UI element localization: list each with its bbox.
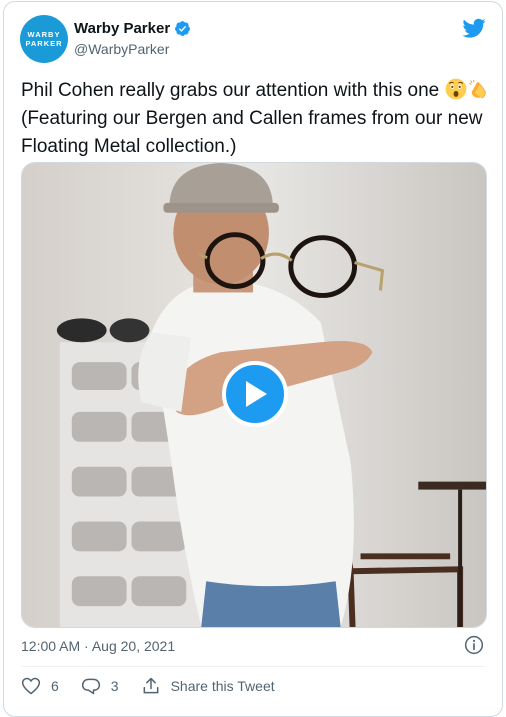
share-icon xyxy=(143,677,159,694)
avatar[interactable]: WARBY PARKER xyxy=(20,15,68,63)
verified-badge-icon xyxy=(175,21,191,36)
divider xyxy=(21,666,485,667)
handle[interactable]: @WarbyParker xyxy=(74,41,191,57)
play-button[interactable] xyxy=(222,361,288,427)
reply-bubble-icon xyxy=(81,678,100,695)
video-player[interactable] xyxy=(21,162,487,628)
reply-button[interactable]: 3 xyxy=(81,676,119,696)
clapping-hands-icon xyxy=(468,79,486,99)
play-icon xyxy=(246,381,267,407)
avatar-logo-line2: PARKER xyxy=(25,39,63,48)
like-button[interactable]: 6 xyxy=(21,676,59,696)
like-count: 6 xyxy=(51,678,59,694)
avatar-logo-line1: WARBY xyxy=(27,30,61,39)
astonished-face-icon xyxy=(445,78,466,100)
reply-count: 3 xyxy=(110,678,119,694)
info-icon[interactable] xyxy=(464,635,484,655)
name-row: Warby Parker xyxy=(74,20,191,37)
display-name[interactable]: Warby Parker xyxy=(74,20,170,37)
tweet-text-body: (Featuring our Bergen and Callen frames … xyxy=(21,108,483,157)
tweet-timestamp[interactable]: 12:00 AM · Aug 20, 2021 xyxy=(21,638,175,654)
tweet-card[interactable]: WARBY PARKER Warby Parker @WarbyParker P… xyxy=(3,1,503,717)
heart-icon xyxy=(21,677,41,695)
share-button[interactable]: Share this Tweet xyxy=(141,676,275,696)
author-info[interactable]: Warby Parker @WarbyParker xyxy=(74,20,191,57)
twitter-bird-icon[interactable] xyxy=(462,16,486,40)
tweet-text-intro: Phil Cohen really grabs our attention wi… xyxy=(21,80,445,101)
action-bar: 6 3 Share this Tweet xyxy=(21,676,297,696)
tweet-text: Phil Cohen really grabs our attention wi… xyxy=(21,77,491,161)
share-label: Share this Tweet xyxy=(170,678,275,694)
